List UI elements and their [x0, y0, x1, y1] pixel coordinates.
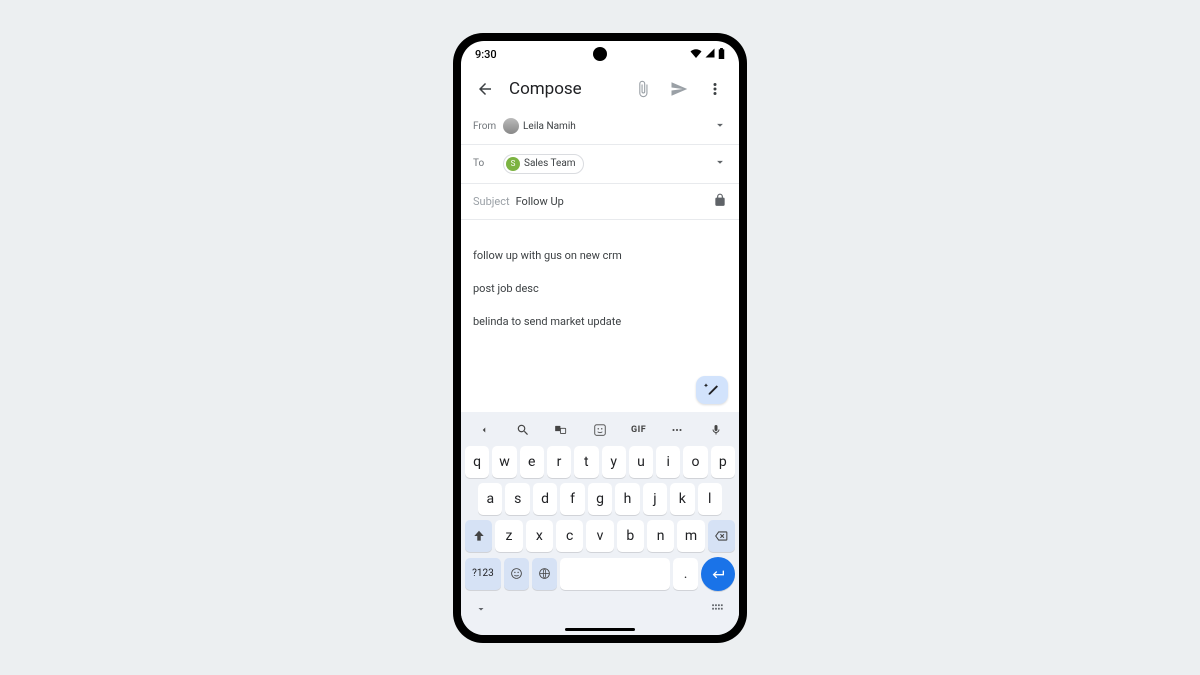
kb-more-icon[interactable]	[664, 420, 690, 440]
keyboard-row-3: z x c v b n m	[465, 520, 735, 552]
key-q[interactable]: q	[465, 446, 489, 478]
kb-mic-icon[interactable]	[703, 420, 729, 440]
from-avatar	[503, 118, 519, 134]
key-language[interactable]	[532, 558, 557, 590]
status-time: 9:30	[475, 48, 497, 61]
key-w[interactable]: w	[492, 446, 516, 478]
home-indicator[interactable]	[565, 628, 635, 631]
chevron-down-icon[interactable]	[713, 118, 727, 135]
wifi-icon	[690, 48, 702, 61]
to-label: To	[473, 158, 503, 169]
to-chip[interactable]: S Sales Team	[503, 154, 584, 174]
from-chip: Leila Namih	[503, 118, 576, 134]
key-symbols[interactable]: ?123	[465, 558, 501, 590]
kb-back-icon[interactable]	[471, 420, 497, 440]
key-l[interactable]: l	[698, 483, 722, 515]
body-line: post job desc	[473, 281, 727, 298]
subject-row[interactable]: Subject Follow Up	[461, 184, 739, 220]
key-s[interactable]: s	[505, 483, 529, 515]
key-z[interactable]: z	[495, 520, 522, 552]
to-avatar: S	[506, 157, 520, 171]
kb-collapse-icon[interactable]	[475, 600, 487, 619]
key-emoji[interactable]	[504, 558, 529, 590]
key-j[interactable]: j	[643, 483, 667, 515]
key-t[interactable]: t	[574, 446, 598, 478]
subject-input[interactable]: Follow Up	[516, 195, 564, 208]
subject-label: Subject	[473, 195, 510, 208]
key-b[interactable]: b	[617, 520, 644, 552]
keyboard-toolbar: GIF	[465, 416, 735, 446]
keyboard-row-1: q w e r t y u i o p	[465, 446, 735, 478]
battery-icon	[718, 48, 725, 62]
email-body[interactable]: follow up with gus on new crm post job d…	[461, 220, 739, 412]
camera-cutout	[593, 47, 607, 61]
screen: 9:30 Compose	[461, 41, 739, 635]
from-name: Leila Namih	[523, 121, 576, 132]
key-v[interactable]: v	[586, 520, 613, 552]
body-line: belinda to send market update	[473, 314, 727, 331]
send-icon[interactable]	[667, 77, 691, 101]
key-period[interactable]: .	[673, 558, 698, 590]
key-i[interactable]: i	[656, 446, 680, 478]
keyboard: GIF q w e r t y u i o p a s d f g	[461, 412, 739, 635]
from-row[interactable]: From Leila Namih	[461, 109, 739, 145]
from-label: From	[473, 121, 503, 132]
key-k[interactable]: k	[670, 483, 694, 515]
key-u[interactable]: u	[629, 446, 653, 478]
app-bar: Compose	[461, 69, 739, 109]
key-shift[interactable]	[465, 520, 492, 552]
key-m[interactable]: m	[677, 520, 704, 552]
kb-search-icon[interactable]	[510, 420, 536, 440]
key-x[interactable]: x	[526, 520, 553, 552]
key-enter[interactable]	[701, 557, 735, 591]
magic-write-button[interactable]	[696, 376, 728, 404]
key-p[interactable]: p	[711, 446, 735, 478]
signal-icon	[705, 48, 715, 61]
key-e[interactable]: e	[520, 446, 544, 478]
to-row[interactable]: To S Sales Team	[461, 145, 739, 184]
kb-sticker-icon[interactable]	[587, 420, 613, 440]
keyboard-row-4: ?123 .	[465, 557, 735, 591]
chevron-down-icon[interactable]	[713, 155, 727, 172]
kb-translate-icon[interactable]	[548, 420, 574, 440]
back-icon[interactable]	[473, 77, 497, 101]
key-n[interactable]: n	[647, 520, 674, 552]
key-c[interactable]: c	[556, 520, 583, 552]
key-space[interactable]	[560, 558, 671, 590]
key-o[interactable]: o	[683, 446, 707, 478]
phone-frame: 9:30 Compose	[453, 33, 747, 643]
key-g[interactable]: g	[588, 483, 612, 515]
keyboard-nav-row	[465, 596, 735, 619]
kb-grid-icon[interactable]	[711, 600, 725, 619]
body-line: follow up with gus on new crm	[473, 248, 727, 265]
lock-icon[interactable]	[713, 193, 727, 210]
keyboard-row-2: a s d f g h j k l	[465, 483, 735, 515]
key-backspace[interactable]	[708, 520, 735, 552]
kb-gif-button[interactable]: GIF	[626, 420, 652, 440]
key-h[interactable]: h	[615, 483, 639, 515]
key-f[interactable]: f	[560, 483, 584, 515]
key-d[interactable]: d	[533, 483, 557, 515]
overflow-icon[interactable]	[703, 77, 727, 101]
key-r[interactable]: r	[547, 446, 571, 478]
key-y[interactable]: y	[602, 446, 626, 478]
attach-icon[interactable]	[631, 77, 655, 101]
to-name: Sales Team	[524, 158, 576, 169]
key-a[interactable]: a	[478, 483, 502, 515]
app-title: Compose	[509, 79, 619, 99]
